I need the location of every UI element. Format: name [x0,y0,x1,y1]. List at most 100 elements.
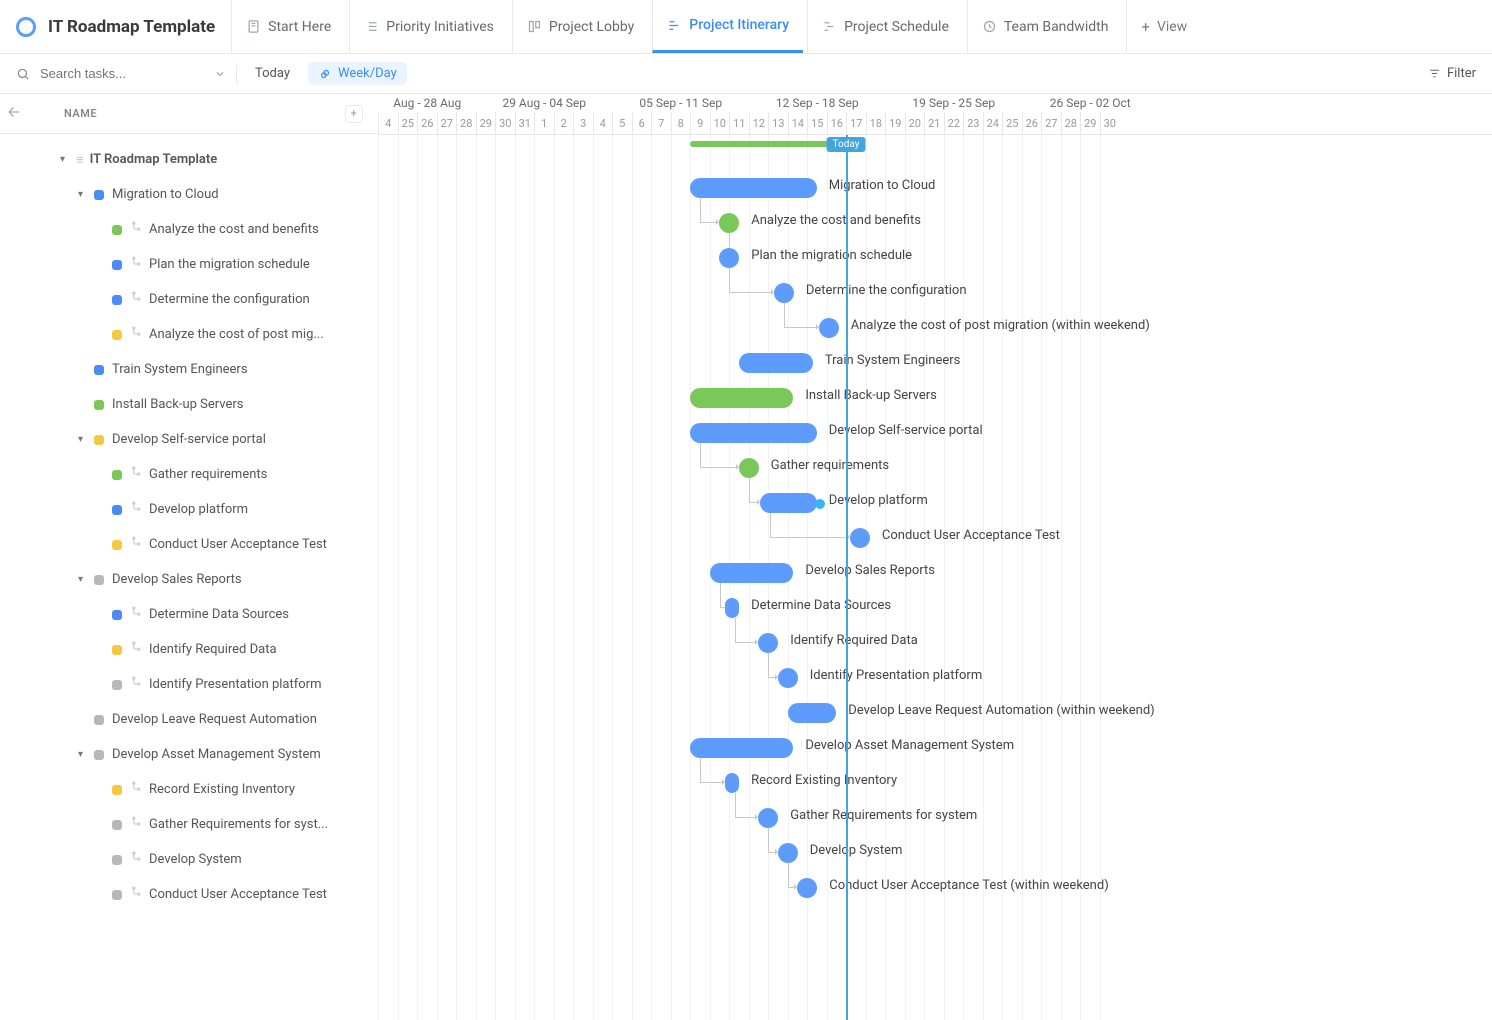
task-row[interactable]: Analyze the cost and benefits [0,212,377,247]
gantt-timeline[interactable]: Aug - 28 Aug29 Aug - 04 Sep05 Sep - 11 S… [378,94,1492,1020]
gantt-bar[interactable] [725,773,739,793]
gantt-lane[interactable]: Identify Required Data [378,625,1492,660]
tab-project-itinerary[interactable]: Project Itinerary [652,0,803,53]
caret-icon[interactable]: ▾ [78,749,90,760]
today-button[interactable]: Today [236,62,298,85]
search-input[interactable] [38,65,188,82]
task-row[interactable]: Determine Data Sources [0,597,377,632]
add-view-button[interactable]: + View [1126,0,1201,53]
task-row[interactable]: Gather Requirements for syst... [0,807,377,842]
gantt-lane[interactable]: Identify Presentation platform [378,660,1492,695]
task-list-header: NAME + [0,94,377,134]
gantt-bar[interactable] [760,493,817,513]
day-header: 14 [788,112,808,134]
gantt-bar[interactable] [739,458,759,478]
task-row[interactable]: Plan the migration schedule [0,247,377,282]
gantt-bar[interactable] [690,178,817,198]
gantt-bar[interactable] [690,423,817,443]
gantt-lane[interactable]: Develop platform [378,485,1492,520]
gantt-bar[interactable] [850,528,870,548]
group-row[interactable]: ▾Migration to Cloud [0,177,377,212]
gantt-bar[interactable] [778,843,798,863]
task-row[interactable]: Identify Presentation platform [0,667,377,702]
task-row[interactable]: Identify Required Data [0,632,377,667]
task-row[interactable]: Record Existing Inventory [0,772,377,807]
gantt-bar[interactable] [725,598,739,618]
gantt-lane[interactable]: Conduct User Acceptance Test (within wee… [378,870,1492,905]
task-row[interactable]: Develop platform [0,492,377,527]
task-row[interactable]: Conduct User Acceptance Test [0,877,377,912]
gantt-lane[interactable]: Develop Leave Request Automation (within… [378,695,1492,730]
search-box[interactable] [16,65,226,82]
gantt-lane[interactable]: Develop Self-service portal [378,415,1492,450]
caret-icon[interactable]: ▾ [78,574,90,585]
gantt-bar[interactable] [719,248,739,268]
gantt-lane[interactable]: Plan the migration schedule [378,240,1492,275]
gantt-bar[interactable] [797,878,817,898]
zoom-level-button[interactable]: Week/Day [308,62,407,85]
gantt-bar[interactable] [758,633,778,653]
gantt-bar[interactable] [710,563,794,583]
gantt-lane[interactable]: Determine the configuration [378,275,1492,310]
gantt-lane[interactable]: Gather Requirements for system [378,800,1492,835]
tab-priority-initiatives[interactable]: Priority Initiatives [349,0,508,53]
dependency-connector [768,828,776,853]
group-row[interactable]: ▾Develop Asset Management System [0,737,377,772]
task-row[interactable]: Develop Leave Request Automation [0,702,377,737]
gantt-bar[interactable] [758,808,778,828]
gantt-bar[interactable] [690,738,793,758]
caret-icon[interactable]: ▾ [78,189,90,200]
add-column-button[interactable]: + [345,105,363,123]
gantt-bar[interactable] [719,213,739,233]
gantt-lane[interactable]: Gather requirements [378,450,1492,485]
caret-icon[interactable]: ▾ [60,154,72,165]
gantt-bar[interactable] [778,668,798,688]
gantt-lane[interactable]: Develop Sales Reports [378,555,1492,590]
timeline-header: Aug - 28 Aug29 Aug - 04 Sep05 Sep - 11 S… [378,94,1492,135]
day-header: 3 [573,112,593,134]
day-header: 17 [846,112,866,134]
gantt-bar[interactable] [788,703,837,723]
filter-button[interactable]: Filter [1428,66,1476,81]
root-group-row[interactable]: ▾ ≡ IT Roadmap Template [0,142,377,177]
topbar: IT Roadmap Template Start Here Priority … [0,0,1492,54]
tab-team-bandwidth[interactable]: Team Bandwidth [967,0,1123,53]
collapse-panel-icon[interactable] [6,104,22,123]
task-label: Conduct User Acceptance Test [149,537,327,552]
gantt-lane[interactable]: Train System Engineers [378,345,1492,380]
root-group-label: IT Roadmap Template [90,152,218,167]
task-row[interactable]: Conduct User Acceptance Test [0,527,377,562]
gantt-bar[interactable] [819,318,839,338]
gantt-bar[interactable] [774,283,794,303]
tab-start-here[interactable]: Start Here [231,0,345,53]
gantt-lane[interactable]: Determine Data Sources [378,590,1492,625]
task-row[interactable]: Train System Engineers [0,352,377,387]
task-row[interactable]: Gather requirements [0,457,377,492]
gantt-lane[interactable]: Analyze the cost of post migration (with… [378,310,1492,345]
gantt-lane[interactable]: Install Back-up Servers [378,380,1492,415]
day-header: 18 [866,112,886,134]
tab-project-schedule[interactable]: Project Schedule [807,0,963,53]
tab-project-lobby[interactable]: Project Lobby [512,0,648,53]
task-row[interactable]: Develop System [0,842,377,877]
gantt-lane[interactable]: Conduct User Acceptance Test [378,520,1492,555]
task-row[interactable]: Analyze the cost of post mig... [0,317,377,352]
gantt-lane[interactable]: Migration to Cloud [378,170,1492,205]
gantt-bar[interactable] [739,353,813,373]
caret-icon[interactable]: ▾ [78,434,90,445]
chevron-down-icon[interactable] [214,68,226,80]
gantt-lane[interactable]: Analyze the cost and benefits [378,205,1492,240]
workspace-brand[interactable]: IT Roadmap Template [16,17,215,37]
gantt-bar[interactable] [690,388,793,408]
gantt-lane[interactable]: Develop System [378,835,1492,870]
task-row[interactable]: Install Back-up Servers [0,387,377,422]
task-row[interactable]: Determine the configuration [0,282,377,317]
gantt-bar-label: Record Existing Inventory [751,773,897,788]
gantt-lane[interactable]: Record Existing Inventory [378,765,1492,800]
timeline-body[interactable]: TodayMigration to CloudAnalyze the cost … [378,135,1492,1020]
status-tag [94,435,104,445]
group-row[interactable]: ▾Develop Sales Reports [0,562,377,597]
status-tag [94,190,104,200]
gantt-lane[interactable]: Develop Asset Management System [378,730,1492,765]
group-row[interactable]: ▾Develop Self-service portal [0,422,377,457]
